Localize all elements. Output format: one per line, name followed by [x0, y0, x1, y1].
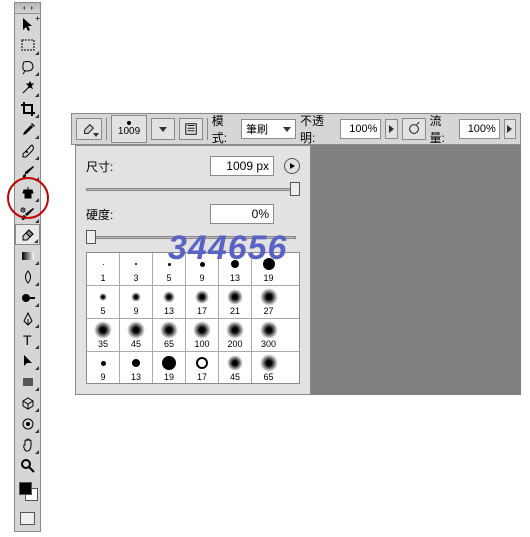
brush-preset[interactable]: 17	[186, 352, 219, 384]
brush-preset[interactable]: 65	[153, 319, 186, 351]
flow-slider-btn[interactable]	[504, 119, 516, 139]
svg-text:T: T	[23, 332, 32, 348]
brush-preset[interactable]: 35	[87, 319, 120, 351]
pen-tool[interactable]	[15, 308, 40, 329]
canvas-area[interactable]	[311, 145, 521, 395]
brush-preset-dropdown[interactable]	[151, 118, 175, 140]
hardness-input[interactable]	[210, 204, 274, 224]
brush-preset[interactable]: 45	[120, 319, 153, 351]
3d-camera-tool[interactable]	[15, 413, 40, 434]
brush-preset[interactable]: 19	[252, 253, 285, 285]
tablet-opacity-toggle[interactable]	[402, 118, 426, 140]
path-selection-tool[interactable]	[15, 350, 40, 371]
crop-tool[interactable]	[15, 98, 40, 119]
brush-presets-grid: 1359131959131721273545651002003009131917…	[86, 252, 300, 384]
flow-label: 流量:	[430, 112, 455, 146]
tools-panel: + T	[14, 2, 41, 532]
healing-brush-tool[interactable]	[15, 140, 40, 161]
quick-mask-toggle[interactable]	[15, 508, 40, 528]
brush-preset[interactable]: 13	[219, 253, 252, 285]
brush-preset[interactable]: 45	[219, 352, 252, 384]
marquee-tool[interactable]	[15, 35, 40, 56]
brush-preset[interactable]: 5	[153, 253, 186, 285]
opacity-label: 不透明:	[300, 112, 336, 146]
move-tool[interactable]: +	[15, 14, 40, 35]
opacity-input[interactable]: 100%	[340, 119, 381, 139]
brush-preset[interactable]: 17	[186, 286, 219, 318]
brush-preset-picker[interactable]: 1009	[111, 115, 147, 143]
size-label: 尺寸:	[86, 158, 136, 175]
mode-value: 筆刷	[246, 121, 280, 137]
flow-input[interactable]: 100%	[459, 119, 500, 139]
brush-preset[interactable]: 100	[186, 319, 219, 351]
options-bar: 1009 模式: 筆刷 不透明: 100% 流量: 100%	[71, 113, 521, 145]
brush-tool[interactable]	[15, 161, 40, 182]
toolbar-drag-handle[interactable]	[15, 3, 40, 14]
eraser-tool[interactable]	[15, 224, 40, 245]
brush-preset[interactable]: 300	[252, 319, 285, 351]
tool-preset-picker[interactable]	[76, 118, 102, 140]
size-input[interactable]	[210, 156, 274, 176]
brush-preset[interactable]: 65	[252, 352, 285, 384]
panel-menu-btn[interactable]	[284, 158, 300, 174]
brush-preset[interactable]: 9	[186, 253, 219, 285]
eyedropper-tool[interactable]	[15, 119, 40, 140]
brush-preset[interactable]: 200	[219, 319, 252, 351]
color-swatches[interactable]	[15, 480, 40, 502]
history-brush-tool[interactable]	[15, 203, 40, 224]
brush-preset[interactable]: 21	[219, 286, 252, 318]
gradient-tool[interactable]	[15, 245, 40, 266]
brush-preset[interactable]: 1	[87, 253, 120, 285]
brush-preset[interactable]: 9	[87, 352, 120, 384]
brush-size-readout: 1009	[118, 127, 140, 137]
hardness-label: 硬度:	[86, 206, 136, 223]
brush-preset[interactable]: 3	[120, 253, 153, 285]
brush-preset[interactable]: 5	[87, 286, 120, 318]
brush-preset[interactable]: 19	[153, 352, 186, 384]
foreground-color-swatch[interactable]	[19, 482, 32, 495]
shape-tool[interactable]	[15, 371, 40, 392]
brush-preset-panel: 尺寸: 硬度: 13591319591317212735456510020030…	[75, 145, 311, 395]
hardness-slider[interactable]	[86, 230, 296, 244]
brush-panel-toggle[interactable]	[179, 118, 203, 140]
hand-tool[interactable]	[15, 434, 40, 455]
dodge-tool[interactable]	[15, 287, 40, 308]
zoom-tool[interactable]	[15, 455, 40, 476]
magic-wand-tool[interactable]	[15, 77, 40, 98]
blur-tool[interactable]	[15, 266, 40, 287]
opacity-slider-btn[interactable]	[385, 119, 397, 139]
brush-preset[interactable]: 27	[252, 286, 285, 318]
size-slider[interactable]	[86, 182, 296, 196]
brush-preset[interactable]: 13	[120, 352, 153, 384]
3d-tool[interactable]	[15, 392, 40, 413]
brush-preset[interactable]: 13	[153, 286, 186, 318]
lasso-tool[interactable]	[15, 56, 40, 77]
mode-label: 模式:	[212, 112, 237, 146]
brush-preset[interactable]: 9	[120, 286, 153, 318]
type-tool[interactable]: T	[15, 329, 40, 350]
clone-stamp-tool[interactable]	[15, 182, 40, 203]
mode-select[interactable]: 筆刷	[241, 119, 296, 139]
